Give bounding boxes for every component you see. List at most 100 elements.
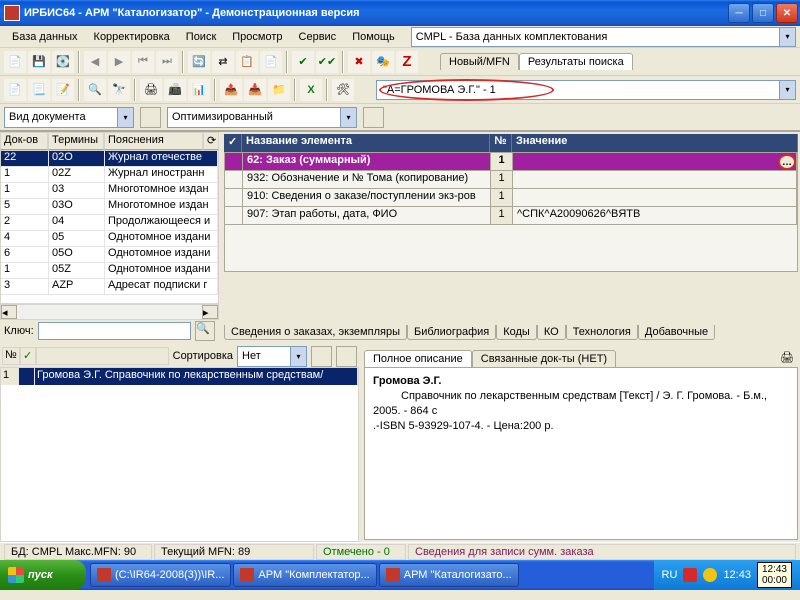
new-icon[interactable]: 📄 — [4, 51, 26, 73]
result-row[interactable]: 1Громова Э.Г. Справочник по лекарственны… — [1, 368, 358, 385]
scroll-left-icon[interactable]: ◂ — [1, 305, 17, 319]
database-select[interactable]: CMPL - База данных комплектования — [411, 27, 796, 47]
chevron-down-icon[interactable] — [117, 108, 133, 127]
start-button[interactable]: пуск — [0, 560, 86, 590]
section-tab[interactable]: КО — [537, 325, 566, 340]
dict-row[interactable]: 105ZОднотомное издани — [1, 263, 218, 279]
view-doc-combo[interactable]: Вид документа — [4, 107, 134, 128]
system-tray[interactable]: RU 12:43 12:43 00:00 — [654, 560, 800, 590]
field-row[interactable]: 910: Сведения о заказе/поступлении экз-р… — [225, 189, 797, 207]
key-search-button[interactable]: 🔍 — [195, 321, 215, 341]
fields-body[interactable]: 62: Заказ (суммарный)1932: Обозначение и… — [224, 152, 798, 272]
print-icon[interactable]: 🖨 — [140, 79, 162, 101]
optimized-combo[interactable]: Оптимизированный — [167, 107, 357, 128]
fields-col-num[interactable]: № — [490, 134, 512, 152]
dict-row[interactable]: 204Продолжающееся и — [1, 215, 218, 231]
chevron-down-icon[interactable] — [290, 347, 306, 366]
prev-icon[interactable]: ◀ — [84, 51, 106, 73]
maximize-button[interactable]: □ — [752, 3, 774, 23]
chevron-down-icon[interactable] — [779, 28, 795, 46]
next-icon[interactable]: ▶ — [108, 51, 130, 73]
viewdoc-button[interactable] — [140, 107, 161, 128]
z-icon[interactable]: Z — [396, 51, 418, 73]
save-icon[interactable]: 💾 — [28, 51, 50, 73]
sort-asc-button[interactable] — [311, 346, 332, 367]
sort-desc-button[interactable] — [336, 346, 357, 367]
field-row[interactable]: 907: Этап работы, дата, ФИО1^CПК^A200906… — [225, 207, 797, 225]
save-all-icon[interactable]: 💽 — [52, 51, 74, 73]
folder-icon[interactable]: 📁 — [268, 79, 290, 101]
section-tab[interactable]: Сведения о заказах, экземпляры — [224, 325, 407, 340]
menu-database[interactable]: База данных — [4, 29, 86, 45]
copy-icon[interactable]: 📋 — [236, 51, 258, 73]
mask-icon[interactable]: 🎭 — [372, 51, 394, 73]
dict-row[interactable]: 102ZЖурнал иностранн — [1, 167, 218, 183]
dict-row[interactable]: 503OМноготомное издан — [1, 199, 218, 215]
delete-icon[interactable]: ✖ — [348, 51, 370, 73]
last-icon[interactable]: ⏭ — [156, 51, 178, 73]
print-desc-icon[interactable]: 🖨 — [780, 351, 798, 367]
dictionary-body[interactable]: 2202OЖурнал отечестве102ZЖурнал иностран… — [0, 150, 219, 304]
tab-new-mfn[interactable]: Новый/MFN — [440, 53, 519, 70]
arrows-icon[interactable]: ⇄ — [212, 51, 234, 73]
dict-col-count[interactable]: Док-ов — [0, 132, 48, 150]
tab-search-results[interactable]: Результаты поиска — [519, 53, 633, 70]
taskbar-task[interactable]: АРМ "Каталогизато... — [379, 563, 519, 587]
tray-sound-icon[interactable] — [703, 568, 717, 582]
scroll-right-icon[interactable]: ▸ — [202, 305, 218, 319]
tray-shield-icon[interactable] — [683, 568, 697, 582]
dict-col-expl[interactable]: Пояснения — [104, 132, 203, 150]
import-icon[interactable]: 📥 — [244, 79, 266, 101]
refresh-icon[interactable]: 🔄 — [188, 51, 210, 73]
search-query-box[interactable]: "A=ГРОМОВА Э.Г." - 1 — [376, 80, 796, 100]
tab-linked-docs[interactable]: Связанные док-ты (НЕТ) — [472, 350, 616, 367]
binoc-icon[interactable]: 🔭 — [108, 79, 130, 101]
menu-correction[interactable]: Корректировка — [86, 29, 178, 45]
section-tab[interactable]: Технология — [566, 325, 638, 340]
taskbar-task[interactable]: АРМ "Комплектатор... — [233, 563, 376, 587]
settings-icon[interactable]: 🛠 — [332, 79, 354, 101]
menu-service[interactable]: Сервис — [291, 29, 345, 45]
paste-icon[interactable]: 📄 — [260, 51, 282, 73]
section-tab[interactable]: Библиография — [407, 325, 496, 340]
res-col-check[interactable]: ✓ — [20, 347, 36, 365]
dict-row[interactable]: 3AZPАдресат подписки г — [1, 279, 218, 295]
minimize-button[interactable]: ─ — [728, 3, 750, 23]
excel-icon[interactable]: X — [300, 79, 322, 101]
tray-lang[interactable]: RU — [662, 569, 678, 581]
field-row[interactable]: 932: Обозначение и № Тома (копирование)1 — [225, 171, 797, 189]
dict-row[interactable]: 405Однотомное издани — [1, 231, 218, 247]
field-row[interactable]: 62: Заказ (суммарный)1 — [225, 153, 797, 171]
menu-view[interactable]: Просмотр — [224, 29, 290, 45]
menu-help[interactable]: Помощь — [344, 29, 403, 45]
export-icon[interactable]: 📤 — [220, 79, 242, 101]
check-icon[interactable]: ✔ — [292, 51, 314, 73]
report-icon[interactable]: 📊 — [188, 79, 210, 101]
res-col-n[interactable]: № — [2, 347, 20, 365]
dict-row[interactable]: 103Многотомное издан — [1, 183, 218, 199]
dict-refresh-icon[interactable]: ⟳ — [203, 132, 219, 150]
printq-icon[interactable]: 📠 — [164, 79, 186, 101]
key-input[interactable] — [38, 322, 191, 340]
checks-icon[interactable]: ✔✔ — [316, 51, 338, 73]
dict-hscroll[interactable]: ◂ ▸ — [0, 304, 219, 320]
doc2-icon[interactable]: 📃 — [28, 79, 50, 101]
taskbar-task[interactable]: (C:\IR64-2008(3))\IR... — [90, 563, 231, 587]
sort-combo[interactable]: Нет — [237, 346, 307, 367]
dict-col-terms[interactable]: Термины — [48, 132, 104, 150]
chevron-down-icon[interactable] — [340, 108, 356, 127]
section-tab[interactable]: Коды — [496, 325, 537, 340]
close-button[interactable]: ✕ — [776, 3, 798, 23]
notes-icon[interactable]: 📝 — [52, 79, 74, 101]
doc1-icon[interactable]: 📄 — [4, 79, 26, 101]
chevron-down-icon[interactable] — [779, 81, 795, 99]
ellipsis-button[interactable]: … — [778, 154, 796, 170]
first-icon[interactable]: ⏮ — [132, 51, 154, 73]
fields-col-value[interactable]: Значение — [512, 134, 798, 152]
search2-icon[interactable]: 🔍 — [84, 79, 106, 101]
dict-row[interactable]: 2202OЖурнал отечестве — [1, 151, 218, 167]
menu-search[interactable]: Поиск — [178, 29, 224, 45]
tray-time[interactable]: 12:43 — [723, 569, 751, 581]
section-tab[interactable]: Добавочные — [638, 325, 715, 340]
dict-row[interactable]: 605OОднотомное издани — [1, 247, 218, 263]
